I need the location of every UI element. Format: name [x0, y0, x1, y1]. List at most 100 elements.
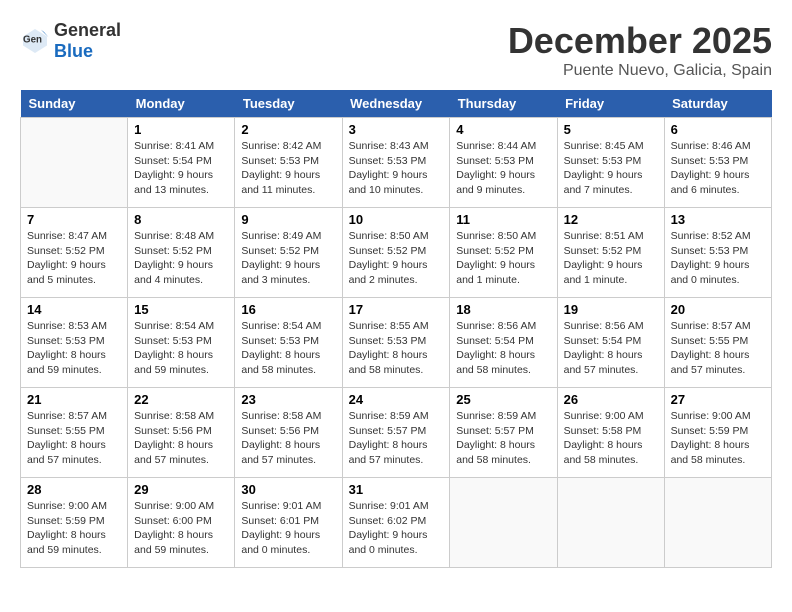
calendar-cell: 23 Sunrise: 8:58 AMSunset: 5:56 PMDayligh…: [235, 388, 342, 478]
calendar-cell: 30 Sunrise: 9:01 AMSunset: 6:01 PMDayligh…: [235, 478, 342, 568]
day-info: Sunrise: 9:00 AMSunset: 5:59 PMDaylight:…: [27, 499, 121, 558]
weekday-header: Tuesday: [235, 90, 342, 118]
day-number: 19: [564, 302, 658, 317]
day-info: Sunrise: 8:56 AMSunset: 5:54 PMDaylight:…: [564, 319, 658, 378]
calendar-cell: 26 Sunrise: 9:00 AMSunset: 5:58 PMDayligh…: [557, 388, 664, 478]
calendar-week-row: 14Sunrise: 8:53 AMSunset: 5:53 PMDayligh…: [21, 298, 772, 388]
day-info: Sunrise: 8:59 AMSunset: 5:57 PMDaylight:…: [456, 409, 550, 468]
svg-text:Gen: Gen: [23, 35, 42, 46]
calendar-cell: 24Sunrise: 8:59 AMSunset: 5:57 PMDayligh…: [342, 388, 450, 478]
calendar-week-row: 1 Sunrise: 8:41 AMSunset: 5:54 PMDaylight…: [21, 118, 772, 208]
weekday-header: Wednesday: [342, 90, 450, 118]
calendar-cell: 22 Sunrise: 8:58 AMSunset: 5:56 PMDayligh…: [128, 388, 235, 478]
day-info: Sunrise: 8:41 AMSunset: 5:54 PMDaylight:…: [134, 139, 228, 198]
day-number: 1: [134, 122, 228, 137]
calendar-cell: 15Sunrise: 8:54 AMSunset: 5:53 PMDayligh…: [128, 298, 235, 388]
day-number: 3: [349, 122, 444, 137]
calendar-cell: [21, 118, 128, 208]
calendar-cell: 18Sunrise: 8:56 AMSunset: 5:54 PMDayligh…: [450, 298, 557, 388]
day-info: Sunrise: 8:54 AMSunset: 5:53 PMDaylight:…: [134, 319, 228, 378]
day-number: 31: [349, 482, 444, 497]
day-info: Sunrise: 8:50 AMSunset: 5:52 PMDaylight:…: [456, 229, 550, 288]
calendar-cell: 25 Sunrise: 8:59 AMSunset: 5:57 PMDayligh…: [450, 388, 557, 478]
day-info: Sunrise: 8:58 AMSunset: 5:56 PMDaylight:…: [134, 409, 228, 468]
calendar-cell: 10 Sunrise: 8:50 AMSunset: 5:52 PMDayligh…: [342, 208, 450, 298]
calendar-cell: 27Sunrise: 9:00 AMSunset: 5:59 PMDayligh…: [664, 388, 771, 478]
calendar-cell: 4 Sunrise: 8:44 AMSunset: 5:53 PMDaylight…: [450, 118, 557, 208]
calendar-cell: 6 Sunrise: 8:46 AMSunset: 5:53 PMDaylight…: [664, 118, 771, 208]
day-info: Sunrise: 8:43 AMSunset: 5:53 PMDaylight:…: [349, 139, 444, 198]
day-number: 4: [456, 122, 550, 137]
logo: Gen General Blue: [20, 20, 121, 62]
calendar-cell: 14Sunrise: 8:53 AMSunset: 5:53 PMDayligh…: [21, 298, 128, 388]
calendar-cell: 2 Sunrise: 8:42 AMSunset: 5:53 PMDaylight…: [235, 118, 342, 208]
logo-blue: Blue: [54, 41, 93, 61]
location-title: Puente Nuevo, Galicia, Spain: [508, 62, 772, 80]
day-number: 25: [456, 392, 550, 407]
day-number: 10: [349, 212, 444, 227]
day-number: 7: [27, 212, 121, 227]
day-number: 28: [27, 482, 121, 497]
day-number: 5: [564, 122, 658, 137]
day-info: Sunrise: 8:42 AMSunset: 5:53 PMDaylight:…: [241, 139, 335, 198]
weekday-header: Sunday: [21, 90, 128, 118]
calendar-week-row: 28 Sunrise: 9:00 AMSunset: 5:59 PMDayligh…: [21, 478, 772, 568]
day-number: 6: [671, 122, 765, 137]
day-number: 26: [564, 392, 658, 407]
day-info: Sunrise: 8:45 AMSunset: 5:53 PMDaylight:…: [564, 139, 658, 198]
day-number: 2: [241, 122, 335, 137]
calendar-cell: 31Sunrise: 9:01 AMSunset: 6:02 PMDayligh…: [342, 478, 450, 568]
calendar-cell: 9 Sunrise: 8:49 AMSunset: 5:52 PMDaylight…: [235, 208, 342, 298]
day-info: Sunrise: 8:46 AMSunset: 5:53 PMDaylight:…: [671, 139, 765, 198]
weekday-header: Friday: [557, 90, 664, 118]
calendar-table: SundayMondayTuesdayWednesdayThursdayFrid…: [20, 90, 772, 568]
day-info: Sunrise: 8:44 AMSunset: 5:53 PMDaylight:…: [456, 139, 550, 198]
day-number: 23: [241, 392, 335, 407]
day-number: 14: [27, 302, 121, 317]
calendar-header-row: SundayMondayTuesdayWednesdayThursdayFrid…: [21, 90, 772, 118]
calendar-cell: 28 Sunrise: 9:00 AMSunset: 5:59 PMDayligh…: [21, 478, 128, 568]
calendar-cell: 19 Sunrise: 8:56 AMSunset: 5:54 PMDayligh…: [557, 298, 664, 388]
weekday-header: Saturday: [664, 90, 771, 118]
day-info: Sunrise: 8:54 AMSunset: 5:53 PMDaylight:…: [241, 319, 335, 378]
calendar-cell: 8Sunrise: 8:48 AMSunset: 5:52 PMDaylight…: [128, 208, 235, 298]
day-number: 21: [27, 392, 121, 407]
day-info: Sunrise: 8:56 AMSunset: 5:54 PMDaylight:…: [456, 319, 550, 378]
calendar-cell: 17Sunrise: 8:55 AMSunset: 5:53 PMDayligh…: [342, 298, 450, 388]
calendar-cell: 29Sunrise: 9:00 AMSunset: 6:00 PMDayligh…: [128, 478, 235, 568]
calendar-cell: 11 Sunrise: 8:50 AMSunset: 5:52 PMDayligh…: [450, 208, 557, 298]
calendar-week-row: 21 Sunrise: 8:57 AMSunset: 5:55 PMDayligh…: [21, 388, 772, 478]
logo-general: General: [54, 20, 121, 40]
day-info: Sunrise: 8:57 AMSunset: 5:55 PMDaylight:…: [671, 319, 765, 378]
day-number: 24: [349, 392, 444, 407]
day-info: Sunrise: 9:00 AMSunset: 5:58 PMDaylight:…: [564, 409, 658, 468]
day-info: Sunrise: 8:47 AMSunset: 5:52 PMDaylight:…: [27, 229, 121, 288]
day-info: Sunrise: 8:49 AMSunset: 5:52 PMDaylight:…: [241, 229, 335, 288]
month-title: December 2025: [508, 20, 772, 62]
day-info: Sunrise: 8:57 AMSunset: 5:55 PMDaylight:…: [27, 409, 121, 468]
day-info: Sunrise: 8:48 AMSunset: 5:52 PMDaylight:…: [134, 229, 228, 288]
calendar-cell: 13 Sunrise: 8:52 AMSunset: 5:53 PMDayligh…: [664, 208, 771, 298]
day-number: 11: [456, 212, 550, 227]
day-number: 30: [241, 482, 335, 497]
day-info: Sunrise: 9:00 AMSunset: 6:00 PMDaylight:…: [134, 499, 228, 558]
day-info: Sunrise: 8:50 AMSunset: 5:52 PMDaylight:…: [349, 229, 444, 288]
page-header: Gen General Blue December 2025 Puente Nu…: [20, 20, 772, 80]
day-info: Sunrise: 8:52 AMSunset: 5:53 PMDaylight:…: [671, 229, 765, 288]
calendar-cell: 5 Sunrise: 8:45 AMSunset: 5:53 PMDaylight…: [557, 118, 664, 208]
day-number: 13: [671, 212, 765, 227]
title-section: December 2025 Puente Nuevo, Galicia, Spa…: [508, 20, 772, 80]
calendar-cell: 3 Sunrise: 8:43 AMSunset: 5:53 PMDaylight…: [342, 118, 450, 208]
day-info: Sunrise: 8:51 AMSunset: 5:52 PMDaylight:…: [564, 229, 658, 288]
day-info: Sunrise: 9:01 AMSunset: 6:01 PMDaylight:…: [241, 499, 335, 558]
calendar-cell: 20 Sunrise: 8:57 AMSunset: 5:55 PMDayligh…: [664, 298, 771, 388]
day-info: Sunrise: 8:58 AMSunset: 5:56 PMDaylight:…: [241, 409, 335, 468]
day-info: Sunrise: 9:00 AMSunset: 5:59 PMDaylight:…: [671, 409, 765, 468]
day-number: 9: [241, 212, 335, 227]
day-number: 20: [671, 302, 765, 317]
weekday-header: Monday: [128, 90, 235, 118]
calendar-cell: 12Sunrise: 8:51 AMSunset: 5:52 PMDayligh…: [557, 208, 664, 298]
calendar-cell: [450, 478, 557, 568]
calendar-cell: [557, 478, 664, 568]
day-number: 22: [134, 392, 228, 407]
